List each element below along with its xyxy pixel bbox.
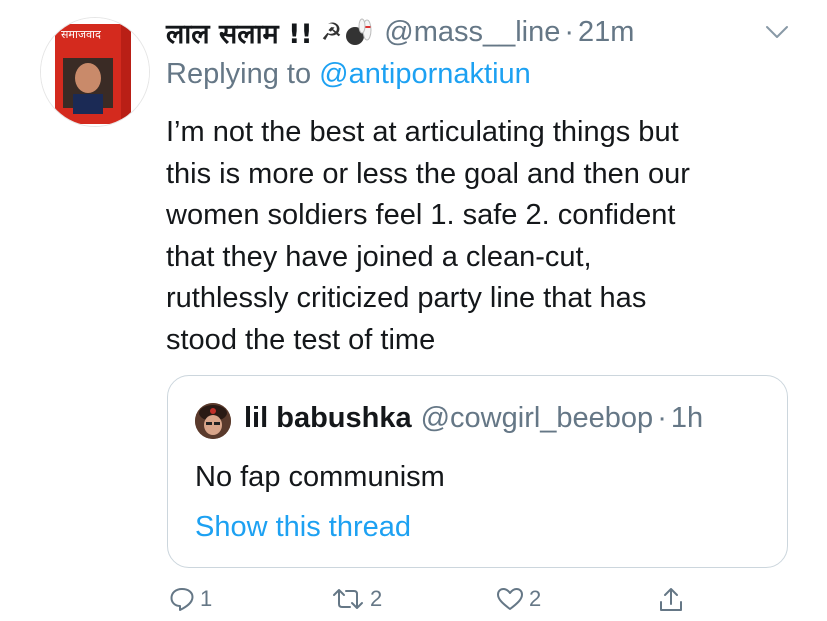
reply-button[interactable]: 1 <box>168 585 212 613</box>
tweet-actions: 1 2 2 <box>0 585 827 621</box>
retweet-icon <box>333 589 363 609</box>
tweet-text-line: women soldiers feel 1. safe 2. confident <box>166 199 676 231</box>
share-icon <box>660 588 682 611</box>
like-button[interactable]: 2 <box>495 585 541 613</box>
more-options-button[interactable] <box>762 20 792 44</box>
like-count: 2 <box>529 586 542 611</box>
tweet-text-line: this is more or less the goal and then o… <box>166 157 690 190</box>
tweet-text: I’m not the best at articulating things … <box>166 112 786 361</box>
retweet-button[interactable]: 2 <box>330 585 382 613</box>
quote-author-handle[interactable]: @cowgirl_beebop <box>421 402 654 435</box>
bowling-icon <box>346 18 372 45</box>
chevron-down-icon <box>766 26 788 38</box>
reply-count: 1 <box>200 586 213 611</box>
heart-icon <box>497 588 523 610</box>
avatar-caption: समाजवाद <box>61 28 101 41</box>
retweet-count: 2 <box>370 586 383 611</box>
tweet-text-line: stood the test of time <box>166 323 436 356</box>
separator-dot: · <box>564 15 575 48</box>
quote-author-name[interactable]: lil babushka <box>244 402 412 435</box>
author-avatar[interactable]: समाजवाद <box>40 17 150 127</box>
tweet-text-line: I’m not the best at articulating things … <box>166 116 679 148</box>
quoted-tweet-card[interactable]: lil babushka @cowgirl_beebop · 1h No fap… <box>167 375 788 568</box>
show-thread-link[interactable]: Show this thread <box>195 511 411 544</box>
replying-to-mention[interactable]: @antipornaktiun <box>319 58 531 90</box>
quote-text: No fap communism <box>195 461 445 493</box>
separator-dot: · <box>657 402 667 434</box>
author-handle[interactable]: @mass__line <box>384 16 560 49</box>
tweet-text-line: that they have joined a clean-cut, <box>166 240 592 273</box>
avatar-image <box>195 403 231 439</box>
tweet-text-line: ruthlessly criticized party line that ha… <box>166 282 647 314</box>
quote-timestamp[interactable]: 1h <box>671 402 703 435</box>
hammer-sickle-icon: ☭ <box>320 18 343 46</box>
share-button[interactable] <box>656 585 686 615</box>
tweet-timestamp[interactable]: 21m <box>578 16 634 49</box>
quote-header: lil babushka @cowgirl_beebop · 1h <box>244 402 703 435</box>
replying-to-line: Replying to @antipornaktiun <box>166 58 531 91</box>
name-emojis: ☭ <box>321 18 375 46</box>
tweet-header: लाल सलाम !! ☭ @mass__line · 21m <box>166 12 634 52</box>
author-display-name[interactable]: लाल सलाम !! <box>166 14 313 51</box>
reply-icon <box>170 588 194 611</box>
replying-to-label: Replying to <box>166 58 320 90</box>
book-cover-image: समाजवाद <box>41 18 149 126</box>
quote-author-avatar[interactable] <box>195 403 231 439</box>
